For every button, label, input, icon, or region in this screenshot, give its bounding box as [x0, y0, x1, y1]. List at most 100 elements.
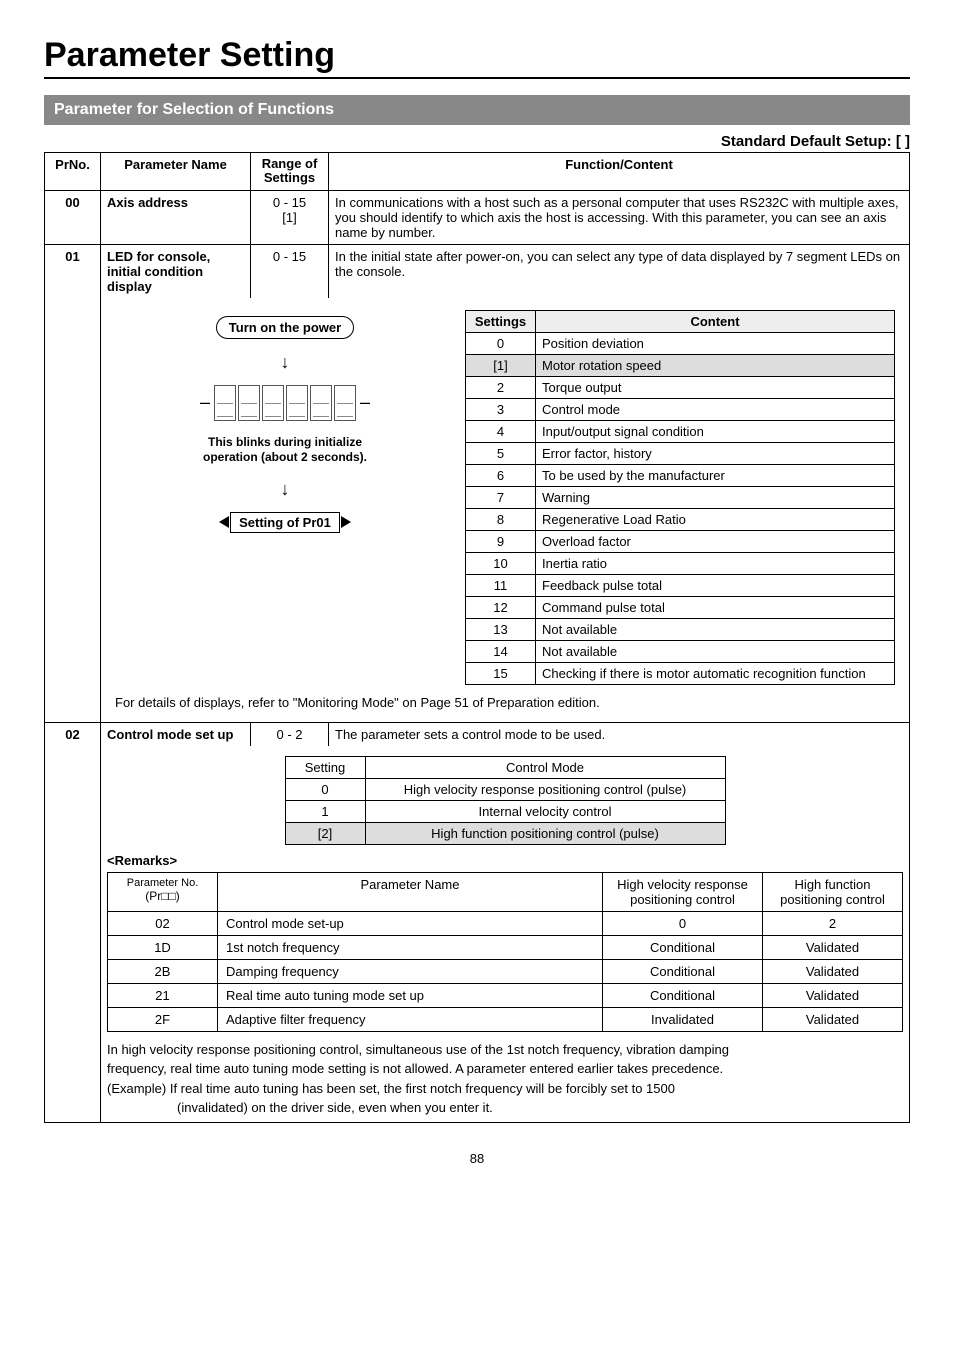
st-4-s: 4: [466, 420, 536, 442]
r2-pn: Damping frequency: [218, 959, 603, 983]
hdr-name: Parameter Name: [101, 153, 251, 191]
st-2-c: Torque output: [536, 376, 895, 398]
row01-ref-note: For details of displays, refer to "Monit…: [115, 695, 895, 710]
note-l4: (invalidated) on the driver side, even w…: [177, 1100, 493, 1115]
r2-hf: Validated: [763, 959, 903, 983]
default-setup-label: Standard Default Setup: [ ]: [44, 133, 910, 150]
rh-no-l2: (Pr□□): [116, 889, 209, 903]
row01-name: LED for console, initial condition displ…: [101, 244, 251, 298]
row02-func: The parameter sets a control mode to be …: [329, 722, 910, 746]
row00-range: 0 - 15 [1]: [251, 190, 329, 244]
st-0-c: Position deviation: [536, 332, 895, 354]
mode-hdr-c: Control Mode: [365, 756, 725, 778]
remarks-table: Parameter No. (Pr□□) Parameter Name High…: [107, 872, 903, 1032]
r4-no: 2F: [108, 1007, 218, 1031]
st-6-c: To be used by the manufacturer: [536, 464, 895, 486]
mode-2-s: [2]: [285, 822, 365, 844]
mode-2-c: High function positioning control (pulse…: [365, 822, 725, 844]
page-title: Parameter Setting: [44, 36, 910, 75]
r1-pn: 1st notch frequency: [218, 935, 603, 959]
row02-prno: 02: [45, 722, 101, 746]
page-number: 88: [44, 1151, 910, 1166]
r4-hf: Validated: [763, 1007, 903, 1031]
r4-hv: Invalidated: [603, 1007, 763, 1031]
hdr-range-l1: Range of: [262, 156, 318, 171]
st-9-s: 9: [466, 530, 536, 552]
blink-note: This blinks during initialize operation …: [203, 435, 367, 466]
row02-name: Control mode set up: [101, 722, 251, 746]
mode-1-c: Internal velocity control: [365, 800, 725, 822]
row00-range-l2: [1]: [282, 210, 296, 225]
st-3-s: 3: [466, 398, 536, 420]
rh-hv-l2: positioning control: [630, 892, 735, 907]
hdr-func: Function/Content: [329, 153, 910, 191]
st-12-s: 12: [466, 596, 536, 618]
st-5-c: Error factor, history: [536, 442, 895, 464]
st-9-c: Overload factor: [536, 530, 895, 552]
r0-pn: Control mode set-up: [218, 911, 603, 935]
row01-pad: [45, 298, 101, 723]
blink-note-l2: operation (about 2 seconds).: [203, 450, 367, 464]
r3-hf: Validated: [763, 983, 903, 1007]
row01-settings-table: Settings Content 0Position deviation [1]…: [465, 310, 895, 685]
note-l2: frequency, real time auto tuning mode se…: [107, 1061, 723, 1076]
setting-pr01-tag: Setting of Pr01: [230, 512, 340, 533]
st-0-s: 0: [466, 332, 536, 354]
row01-st-hdr-s: Settings: [466, 310, 536, 332]
rh-no-l1: Parameter No.: [116, 877, 209, 889]
st-15-c: Checking if there is motor automatic rec…: [536, 662, 895, 684]
st-10-s: 10: [466, 552, 536, 574]
turn-on-power-pill: Turn on the power: [216, 316, 354, 339]
note-l3: (Example) If real time auto tuning has b…: [107, 1081, 675, 1096]
blink-note-l1: This blinks during initialize: [208, 435, 362, 449]
st-15-s: 15: [466, 662, 536, 684]
remarks-label: <Remarks>: [107, 853, 903, 868]
hdr-prno: PrNo.: [45, 153, 101, 191]
row02-pad: [45, 746, 101, 1123]
st-7-c: Warning: [536, 486, 895, 508]
r1-hf: Validated: [763, 935, 903, 959]
st-13-s: 13: [466, 618, 536, 640]
rh-hf-l2: positioning control: [780, 892, 885, 907]
row02-note: In high velocity response positioning co…: [107, 1040, 903, 1118]
param-table: PrNo. Parameter Name Range of Settings F…: [44, 152, 910, 1123]
rh-hf: High function positioning control: [763, 872, 903, 911]
st-8-c: Regenerative Load Ratio: [536, 508, 895, 530]
st-1-s: [1]: [466, 354, 536, 376]
r3-hv: Conditional: [603, 983, 763, 1007]
st-1-c: Motor rotation speed: [536, 354, 895, 376]
section-bar: Parameter for Selection of Functions: [44, 95, 910, 125]
mode-1-s: 1: [285, 800, 365, 822]
st-14-c: Not available: [536, 640, 895, 662]
rh-hv: High velocity response positioning contr…: [603, 872, 763, 911]
r3-pn: Real time auto tuning mode set up: [218, 983, 603, 1007]
mode-0-s: 0: [285, 778, 365, 800]
hdr-range: Range of Settings: [251, 153, 329, 191]
row00-name: Axis address: [101, 190, 251, 244]
row01-func: In the initial state after power-on, you…: [329, 244, 910, 298]
st-5-s: 5: [466, 442, 536, 464]
r1-no: 1D: [108, 935, 218, 959]
led-display: – –: [197, 385, 373, 421]
row00-range-l1: 0 - 15: [273, 195, 306, 210]
st-11-s: 11: [466, 574, 536, 596]
row01-prno: 01: [45, 244, 101, 298]
row01-flowchart: Turn on the power – – This blinks during…: [115, 310, 455, 533]
setting-pr01-label: Setting of Pr01: [239, 515, 331, 530]
st-6-s: 6: [466, 464, 536, 486]
st-12-c: Command pulse total: [536, 596, 895, 618]
row01-detail: Turn on the power – – This blinks during…: [101, 298, 910, 723]
r0-no: 02: [108, 911, 218, 935]
st-7-s: 7: [466, 486, 536, 508]
st-2-s: 2: [466, 376, 536, 398]
hdr-range-l2: Settings: [264, 170, 315, 185]
row02-detail: Setting Control Mode 0High velocity resp…: [101, 746, 910, 1123]
row00-func: In communications with a host such as a …: [329, 190, 910, 244]
st-10-c: Inertia ratio: [536, 552, 895, 574]
r0-hv: 0: [603, 911, 763, 935]
r0-hf: 2: [763, 911, 903, 935]
r2-no: 2B: [108, 959, 218, 983]
row01-range: 0 - 15: [251, 244, 329, 298]
arrow-down-icon-2: [281, 480, 290, 498]
rh-pname: Parameter Name: [218, 872, 603, 911]
